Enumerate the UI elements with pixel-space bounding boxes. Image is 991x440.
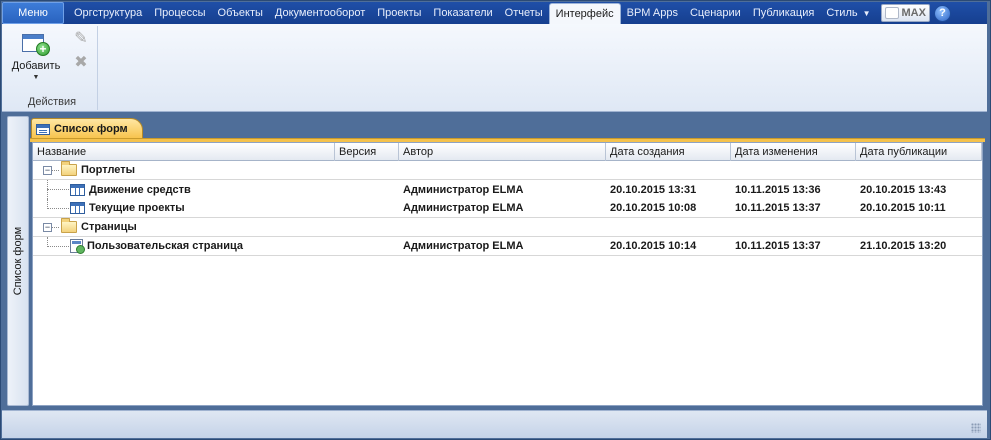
tab-label: Документооборот (274, 7, 366, 19)
group-label: Действия (27, 96, 77, 108)
add-button[interactable]: + Добавить ▼ (10, 30, 62, 92)
tab-label: Стиль (826, 7, 858, 19)
menu-bar: Меню Оргструктура Процессы Объекты Докум… (2, 2, 987, 24)
tab-documents[interactable]: Документооборот (269, 2, 371, 24)
item-author: Администратор ELMA (403, 240, 524, 252)
table-row[interactable]: Движение средств Администратор ELMA 20.1… (33, 180, 982, 199)
tab-label: Проекты (377, 7, 422, 19)
tab-label: Публикация (752, 7, 815, 19)
document-tab[interactable]: Список форм (31, 118, 143, 139)
folder-icon (61, 218, 77, 233)
item-published: 20.10.2015 10:11 (860, 202, 946, 214)
tab-projects[interactable]: Проекты (371, 2, 427, 24)
item-published: 21.10.2015 13:20 (860, 240, 947, 252)
tab-bpm-apps[interactable]: BPM Apps (621, 2, 684, 24)
tab-label: Показатели (433, 7, 493, 19)
max-label: MAX (901, 7, 926, 19)
resize-grip-icon[interactable] (971, 423, 981, 433)
tab-orgstructure[interactable]: Оргструктура (68, 2, 148, 24)
tab-label: Интерфейс (555, 8, 614, 20)
item-published: 20.10.2015 13:43 (860, 183, 947, 196)
tab-interface[interactable]: Интерфейс (548, 3, 621, 24)
forms-grid: Название Версия Автор Дата создания Дата… (32, 142, 983, 406)
table-row[interactable]: Текущие проекты Администратор ELMA 20.10… (33, 198, 982, 218)
item-created: 20.10.2015 13:31 (610, 183, 697, 196)
portlet-icon (70, 202, 85, 214)
tab-processes[interactable]: Процессы (148, 2, 211, 24)
tab-label: Отчеты (504, 7, 543, 19)
tab-publication[interactable]: Публикация (747, 2, 820, 24)
collapse-icon[interactable]: − (43, 222, 52, 232)
column-header-version[interactable]: Версия (335, 143, 399, 161)
item-name: Пользовательская страница (87, 240, 243, 252)
tab-label: Оргструктура (74, 7, 143, 19)
item-name: Движение средств (89, 183, 191, 196)
item-created: 20.10.2015 10:08 (610, 202, 697, 214)
menu-button[interactable]: Меню (2, 2, 64, 24)
chevron-down-icon: ▼ (32, 74, 40, 81)
ribbon-group-actions: + Добавить ▼ ✎ ✖ Действия (6, 26, 98, 110)
tab-label: Сценарии (689, 7, 741, 19)
tab-style[interactable]: Стиль ▼ (820, 2, 876, 24)
help-icon[interactable]: ? (933, 4, 951, 22)
item-modified: 10.11.2015 13:37 (735, 240, 821, 252)
item-modified: 10.11.2015 13:37 (735, 202, 821, 214)
checkbox-icon (884, 7, 899, 19)
page-icon (70, 239, 85, 254)
column-header-created[interactable]: Дата создания (606, 143, 731, 161)
portlet-icon (70, 183, 85, 196)
tab-objects[interactable]: Объекты (212, 2, 269, 24)
ribbon: + Добавить ▼ ✎ ✖ Действия (2, 24, 987, 112)
document-area: Список форм Название Версия Автор Дата с… (30, 116, 985, 408)
add-form-icon: + (22, 32, 50, 56)
item-author: Администратор ELMA (403, 183, 524, 196)
ribbon-tabs: Оргструктура Процессы Объекты Документоо… (68, 2, 877, 24)
form-list-icon (36, 123, 50, 135)
group-title: Страницы (81, 221, 137, 233)
item-author: Администратор ELMA (403, 202, 524, 214)
column-header-author[interactable]: Автор (399, 143, 606, 161)
tab-label: BPM Apps (626, 7, 678, 19)
column-header-modified[interactable]: Дата изменения (731, 143, 856, 161)
table-row[interactable]: Пользовательская страница Администратор … (33, 236, 982, 256)
tab-label: Объекты (217, 7, 263, 19)
folder-icon (61, 161, 77, 176)
item-name: Текущие проекты (89, 202, 185, 214)
group-row[interactable]: − Страницы (33, 218, 982, 237)
small-tools: ✎ ✖ (72, 30, 90, 72)
item-modified: 10.11.2015 13:36 (735, 183, 821, 196)
chevron-down-icon: ▼ (862, 8, 871, 18)
status-bar (2, 410, 987, 438)
collapse-icon[interactable]: − (43, 165, 52, 175)
tab-scenarios[interactable]: Сценарии (684, 2, 747, 24)
add-label: Добавить (11, 60, 61, 72)
side-panel-tab[interactable]: Список форм (7, 116, 29, 406)
group-row[interactable]: − Портлеты (33, 161, 982, 180)
item-created: 20.10.2015 10:14 (610, 240, 697, 252)
column-header-published[interactable]: Дата публикации (856, 143, 982, 161)
edit-pencil-icon[interactable]: ✎ (72, 30, 90, 48)
delete-x-icon[interactable]: ✖ (72, 54, 90, 72)
tab-indicators[interactable]: Показатели (427, 2, 498, 24)
group-title: Портлеты (81, 164, 136, 176)
tab-reports[interactable]: Отчеты (499, 2, 549, 24)
document-tab-label: Список форм (54, 123, 128, 135)
side-panel-label: Список форм (12, 226, 24, 296)
tab-label: Процессы (154, 7, 206, 19)
column-header-name[interactable]: Название (33, 143, 335, 161)
right-tools: MAX ? (880, 2, 951, 24)
max-toggle[interactable]: MAX (880, 4, 930, 22)
grid-header: Название Версия Автор Дата создания Дата… (33, 143, 982, 161)
